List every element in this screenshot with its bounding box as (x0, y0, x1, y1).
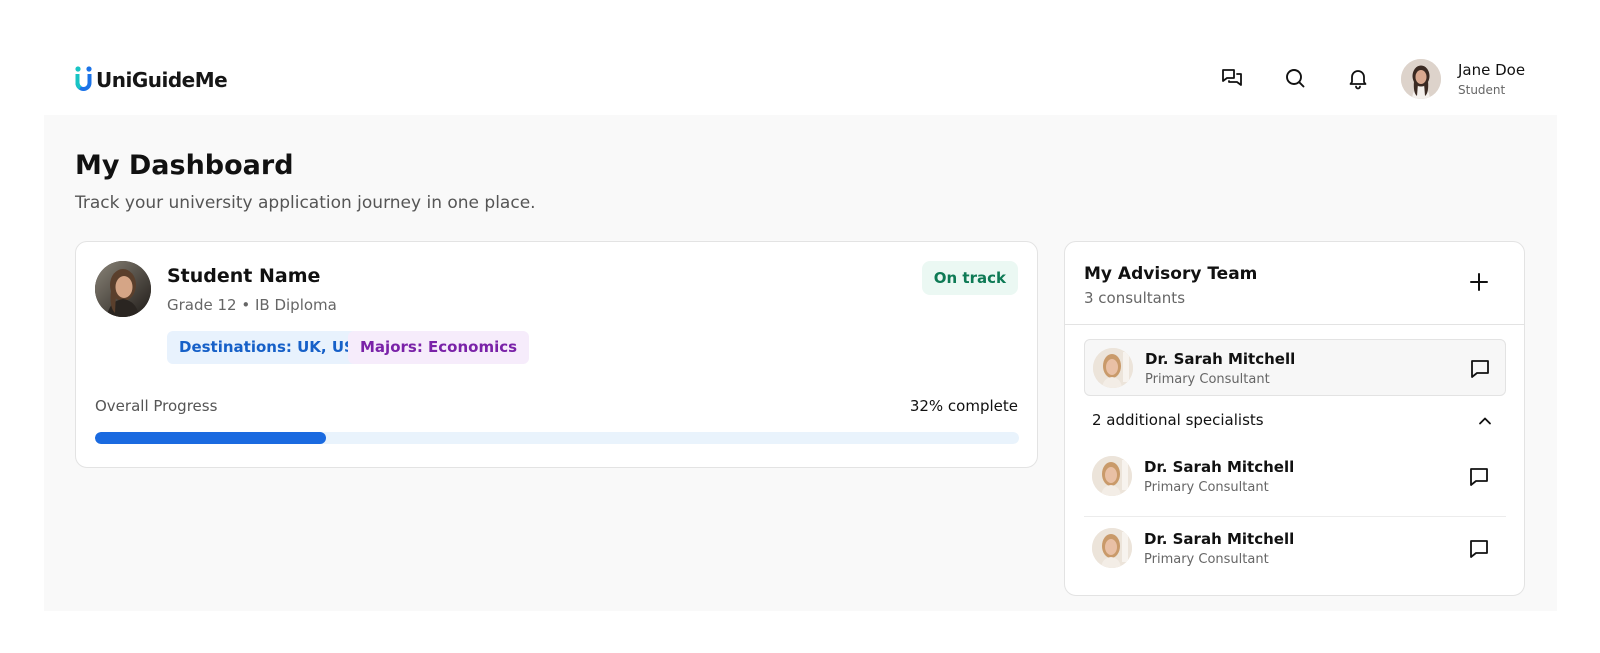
team-divider (1065, 324, 1524, 325)
top-header: UniGuideMe Jane Doe Student (0, 0, 1600, 115)
specialists-label: 2 additional specialists (1092, 411, 1264, 429)
progress-bar-fill (95, 432, 326, 444)
consultant-avatar (1092, 456, 1132, 496)
advisory-team-card: My Advisory Team 3 consultants Dr. Sarah… (1064, 241, 1525, 596)
user-avatar[interactable] (1401, 59, 1441, 99)
student-card: Student Name Grade 12 • IB Diploma Desti… (75, 241, 1038, 468)
bell-icon[interactable] (1346, 66, 1370, 90)
status-badge: On track (921, 261, 1018, 295)
consultant-role: Primary Consultant (1145, 372, 1270, 387)
student-grade: Grade 12 • IB Diploma (167, 296, 337, 314)
page-title: My Dashboard (75, 150, 294, 181)
team-count: 3 consultants (1084, 289, 1186, 307)
consultant-name: Dr. Sarah Mitchell (1144, 458, 1295, 476)
user-role: Student (1458, 83, 1506, 97)
search-icon[interactable] (1283, 66, 1307, 90)
message-icon[interactable] (1467, 537, 1491, 561)
logo[interactable]: UniGuideMe (74, 66, 228, 93)
dashboard-main: My Dashboard Track your university appli… (44, 115, 1557, 611)
chat-icon[interactable] (1220, 66, 1244, 90)
destinations-tag: Destinations: UK, US (167, 331, 367, 364)
logo-mark-icon (74, 66, 93, 93)
message-icon[interactable] (1467, 465, 1491, 489)
plus-icon (1470, 273, 1488, 291)
row-divider (1084, 516, 1506, 517)
add-consultant-button[interactable] (1465, 268, 1493, 296)
consultant-name: Dr. Sarah Mitchell (1145, 350, 1296, 368)
specialists-toggle[interactable]: 2 additional specialists (1084, 402, 1506, 438)
consultant-role: Primary Consultant (1144, 480, 1269, 495)
majors-tag: Majors: Economics (348, 331, 530, 364)
consultant-avatar (1093, 348, 1133, 388)
team-title: My Advisory Team (1084, 264, 1258, 284)
primary-consultant-item[interactable]: Dr. Sarah Mitchell Primary Consultant (1084, 339, 1506, 396)
student-avatar (95, 261, 151, 317)
progress-bar (95, 432, 1019, 444)
specialist-item[interactable]: Dr. Sarah Mitchell Primary Consultant (1084, 520, 1506, 577)
message-icon[interactable] (1468, 357, 1492, 381)
user-name: Jane Doe (1458, 61, 1526, 79)
student-name: Student Name (167, 265, 321, 287)
progress-value: 32% complete (909, 397, 1018, 415)
logo-text: UniGuideMe (96, 67, 228, 92)
consultant-role: Primary Consultant (1144, 552, 1269, 567)
chevron-up-icon (1479, 417, 1491, 425)
specialist-item[interactable]: Dr. Sarah Mitchell Primary Consultant (1084, 448, 1506, 505)
consultant-avatar (1092, 528, 1132, 568)
consultant-name: Dr. Sarah Mitchell (1144, 530, 1295, 548)
progress-label: Overall Progress (95, 397, 218, 415)
page-subtitle: Track your university application journe… (75, 193, 536, 213)
